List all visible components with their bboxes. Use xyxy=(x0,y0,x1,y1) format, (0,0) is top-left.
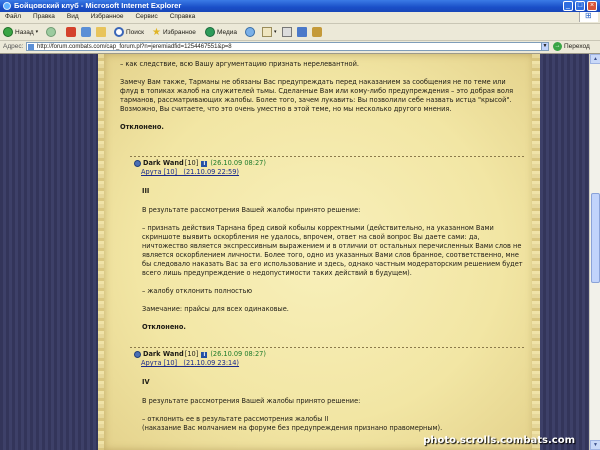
window-title: Бойцовский клуб - Microsoft Internet Exp… xyxy=(14,1,182,10)
print-icon xyxy=(282,27,292,37)
address-bar: Адрес: http://forum.combats.com/cap_foru… xyxy=(0,41,600,54)
maximize-button[interactable]: □ xyxy=(575,1,585,11)
menu-edit[interactable]: Правка xyxy=(28,12,60,20)
post-2-author[interactable]: Dark Wand xyxy=(143,350,184,359)
search-button[interactable]: Поиск xyxy=(114,26,144,38)
post-partial-line: – как следствие, всю Вашу аргументацию п… xyxy=(120,60,359,68)
back-button[interactable]: Назад ▾ xyxy=(3,26,38,38)
search-icon xyxy=(114,27,124,37)
post-1-date: (26.10.09 08:27) xyxy=(210,159,266,167)
close-button[interactable]: × xyxy=(587,1,597,11)
address-input[interactable]: http://forum.combats.com/cap_forum.pl?n=… xyxy=(26,42,548,51)
post-2-header: Dark Wand [10] i (26.10.09 08:27) xyxy=(134,350,524,359)
edit-button[interactable] xyxy=(297,26,309,38)
parchment-right-edge xyxy=(532,54,540,450)
menu-bar: Файл Правка Вид Избранное Сервис Справка xyxy=(0,11,600,24)
scroll-down-button[interactable]: ▼ xyxy=(590,440,600,450)
post-1-note: Замечание: прайсы для всех одинаковые. xyxy=(142,305,289,313)
stop-button[interactable] xyxy=(66,26,78,38)
post-1-level: [10] xyxy=(184,159,199,167)
clan-globe-icon xyxy=(134,351,141,358)
menu-view[interactable]: Вид xyxy=(62,12,84,20)
post-partial: – как следствие, всю Вашу аргументацию п… xyxy=(120,60,520,132)
windows-logo-icon xyxy=(579,11,598,22)
post-2-point: – отклонить ее в результате рассмотрения… xyxy=(142,415,443,432)
post-1-point: – признать действия Тарнана бред сивой к… xyxy=(142,224,523,277)
internet-explorer-icon xyxy=(3,2,11,10)
page-icon xyxy=(28,44,34,50)
menu-help[interactable]: Справка xyxy=(165,12,201,20)
media-label: Медиа xyxy=(217,28,237,36)
edit-icon xyxy=(297,27,307,37)
forward-button[interactable] xyxy=(46,26,58,38)
history-icon xyxy=(245,27,255,37)
mail-icon xyxy=(262,27,272,37)
user-info-icon[interactable]: i xyxy=(201,351,208,358)
minimize-button[interactable]: _ xyxy=(563,1,573,11)
post-1-point-2: – жалобу отклонить полностью xyxy=(142,287,253,295)
post-1-intro: В результате рассмотрения Вашей жалобы п… xyxy=(142,206,361,214)
post-2-intro: В результате рассмотрения Вашей жалобы п… xyxy=(142,397,361,405)
go-label: Переход xyxy=(564,43,590,50)
post-1-reply-link[interactable]: Арута [10] (21.10.09 22:59) xyxy=(141,168,524,177)
post-partial-verdict: Отклонено. xyxy=(120,123,164,131)
media-icon xyxy=(205,27,215,37)
messenger-button[interactable] xyxy=(312,26,324,38)
back-label: Назад xyxy=(15,28,34,36)
post-2-date: (26.10.09 08:27) xyxy=(210,350,266,358)
post-1-numeral: III xyxy=(142,187,150,195)
watermark-text: photo.scrolls.combats.com xyxy=(423,435,575,446)
scroll-up-button[interactable]: ▲ xyxy=(590,54,600,64)
mail-button[interactable]: ▾ xyxy=(262,26,277,38)
stop-icon xyxy=(66,27,76,37)
post-divider xyxy=(130,156,524,157)
refresh-button[interactable] xyxy=(81,26,93,38)
left-background-strip xyxy=(0,54,100,450)
post-1-verdict: Отклонено. xyxy=(142,323,186,331)
title-bar: Бойцовский клуб - Microsoft Internet Exp… xyxy=(0,0,600,12)
print-button[interactable] xyxy=(282,26,294,38)
favorites-button[interactable]: ★ Избранное xyxy=(152,26,196,38)
right-background-strip xyxy=(537,54,589,450)
vertical-scrollbar[interactable]: ▲ ▼ xyxy=(589,54,600,450)
home-icon xyxy=(96,27,106,37)
favorites-label: Избранное xyxy=(162,28,196,36)
post-1-header: Dark Wand [10] i (26.10.09 08:27) xyxy=(134,159,524,168)
media-button[interactable]: Медиа xyxy=(205,26,237,38)
post-2-numeral: IV xyxy=(142,378,150,386)
go-arrow-icon: → xyxy=(553,42,562,51)
search-label: Поиск xyxy=(126,28,145,36)
post-2-reply-link[interactable]: Арута [10] (21.10.09 23:14) xyxy=(141,359,524,368)
address-dropdown-button[interactable]: ▼ xyxy=(541,42,549,51)
post-partial-paragraph: Замечу Вам также, Тарманы не обязаны Вас… xyxy=(120,78,514,113)
back-arrow-icon xyxy=(3,27,13,37)
forward-arrow-icon xyxy=(46,27,56,37)
post-2: Dark Wand [10] i (26.10.09 08:27) Арута … xyxy=(134,350,524,433)
menu-favorites[interactable]: Избранное xyxy=(86,12,129,20)
page-viewport: – как следствие, всю Вашу аргументацию п… xyxy=(0,54,589,450)
post-divider xyxy=(130,347,524,348)
address-url: http://forum.combats.com/cap_forum.pl?n=… xyxy=(37,44,232,50)
menu-file[interactable]: Файл xyxy=(0,12,26,20)
post-1: Dark Wand [10] i (26.10.09 08:27) Арута … xyxy=(134,159,524,332)
post-1-author[interactable]: Dark Wand xyxy=(143,159,184,168)
star-icon: ★ xyxy=(152,26,161,38)
history-button[interactable] xyxy=(245,26,257,38)
scroll-thumb[interactable] xyxy=(591,192,600,283)
menu-tools[interactable]: Сервис xyxy=(130,12,162,20)
home-button[interactable] xyxy=(96,26,108,38)
user-info-icon[interactable]: i xyxy=(201,160,208,167)
address-label: Адрес: xyxy=(3,43,24,50)
go-button[interactable]: → Переход xyxy=(553,42,590,51)
toolbar: Назад ▾ Поиск ★ Избранное Медиа ▾ xyxy=(0,24,600,41)
post-2-level: [10] xyxy=(184,350,199,358)
refresh-icon xyxy=(81,27,91,37)
messenger-icon xyxy=(312,27,322,37)
clan-globe-icon xyxy=(134,160,141,167)
